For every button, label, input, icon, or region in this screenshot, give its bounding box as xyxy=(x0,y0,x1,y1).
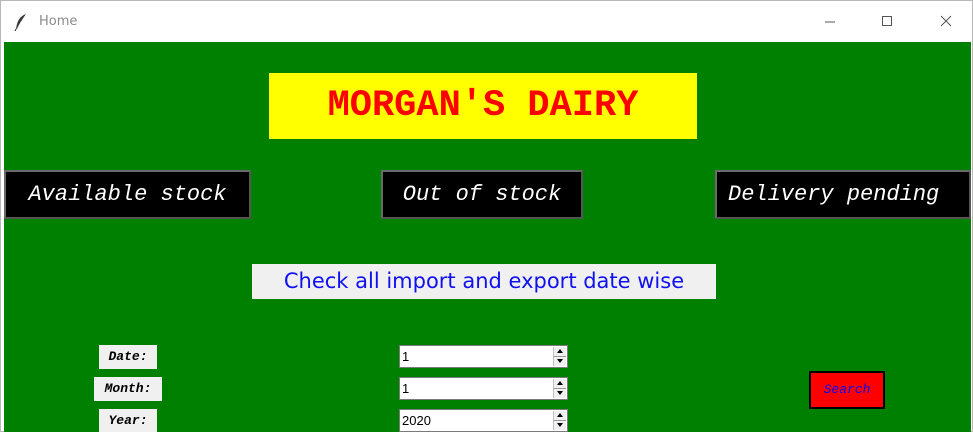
arrow-up-icon xyxy=(557,349,563,353)
window-title: Home xyxy=(39,14,78,29)
month-decrement-button[interactable] xyxy=(554,389,566,398)
date-spinbox[interactable]: 1 xyxy=(399,345,568,368)
maximize-button[interactable] xyxy=(864,1,910,42)
month-spinbox[interactable]: 1 xyxy=(399,377,568,400)
app-window: Home MORGAN'S DAIRY Available stock Out … xyxy=(0,0,973,432)
month-label: Month: xyxy=(94,377,162,401)
year-increment-button[interactable] xyxy=(554,411,566,421)
out-of-stock-button[interactable]: Out of stock xyxy=(381,170,583,219)
arrow-up-icon xyxy=(557,413,563,417)
date-label: Date: xyxy=(99,345,157,369)
arrow-down-icon xyxy=(557,391,563,395)
month-spin-arrows xyxy=(553,379,566,398)
section-subtitle: Check all import and export date wise xyxy=(252,264,716,299)
date-spin-arrows xyxy=(553,347,566,366)
search-button[interactable]: Search xyxy=(809,371,885,409)
main-panel: MORGAN'S DAIRY Available stock Out of st… xyxy=(4,42,971,432)
feather-icon xyxy=(14,13,28,32)
available-stock-button[interactable]: Available stock xyxy=(4,170,251,219)
month-increment-button[interactable] xyxy=(554,379,566,389)
delivery-pending-button[interactable]: Delivery pending xyxy=(715,170,971,219)
year-label: Year: xyxy=(99,409,157,432)
arrow-down-icon xyxy=(557,423,563,427)
year-decrement-button[interactable] xyxy=(554,421,566,430)
brand-title: MORGAN'S DAIRY xyxy=(269,73,697,139)
date-value[interactable]: 1 xyxy=(402,346,409,367)
close-icon xyxy=(940,15,952,27)
month-value[interactable]: 1 xyxy=(402,378,409,399)
year-spin-arrows xyxy=(553,411,566,430)
close-button[interactable] xyxy=(923,1,969,42)
arrow-up-icon xyxy=(557,381,563,385)
minimize-icon xyxy=(825,21,835,23)
year-spinbox[interactable]: 2020 xyxy=(399,409,568,432)
maximize-icon xyxy=(882,16,892,26)
date-decrement-button[interactable] xyxy=(554,357,566,366)
title-bar[interactable]: Home xyxy=(1,1,972,42)
minimize-button[interactable] xyxy=(807,1,853,42)
date-increment-button[interactable] xyxy=(554,347,566,357)
year-value[interactable]: 2020 xyxy=(402,410,431,431)
arrow-down-icon xyxy=(557,359,563,363)
